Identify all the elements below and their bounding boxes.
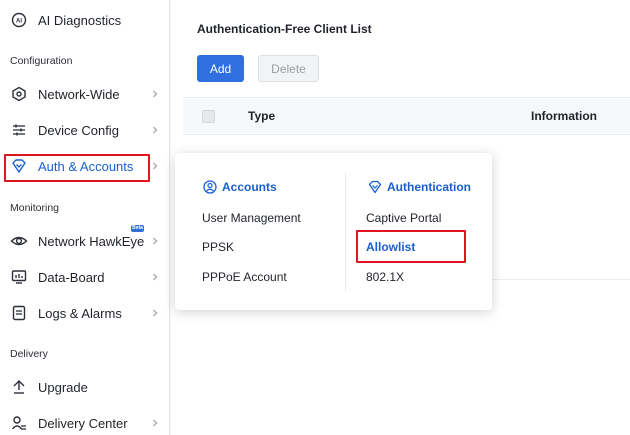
auth-accounts-submenu: Accounts User Management PPSK PPPoE Acco… — [175, 153, 492, 310]
section-delivery: Delivery — [10, 348, 48, 360]
delivery-icon — [10, 414, 28, 432]
table-header: Type Information — [183, 97, 630, 135]
sidebar-item-device-config[interactable]: Device Config — [0, 114, 170, 146]
ai-diagnostics-icon: AI — [10, 11, 28, 29]
chevron-right-icon — [150, 125, 160, 135]
sidebar-item-label: Delivery Center — [38, 415, 128, 431]
authentication-heading: Authentication — [368, 180, 471, 194]
chevron-right-icon — [150, 161, 160, 171]
menu-item-allowlist[interactable]: Allowlist — [366, 240, 415, 254]
user-circle-icon — [203, 180, 217, 194]
sidebar-item-label: Data-Board — [38, 269, 105, 285]
shield-heart-icon — [10, 157, 28, 175]
chevron-right-icon — [150, 272, 160, 282]
sidebar-item-label: Network HawkEye — [38, 233, 145, 249]
sidebar-item-label: Auth & Accounts — [38, 158, 134, 174]
section-monitoring: Monitoring — [10, 202, 60, 214]
network-wide-icon — [10, 85, 28, 103]
sidebar-item-label: Upgrade — [38, 379, 88, 395]
sidebar-item-label: Device Config — [38, 122, 119, 138]
accounts-heading: Accounts — [203, 180, 277, 194]
menu-item-captive-portal[interactable]: Captive Portal — [366, 211, 441, 225]
accounts-heading-label: Accounts — [222, 180, 277, 194]
upgrade-icon — [10, 378, 28, 396]
chevron-right-icon — [150, 308, 160, 318]
chevron-right-icon — [150, 236, 160, 246]
delete-button[interactable]: Delete — [258, 55, 319, 82]
log-icon — [10, 304, 28, 322]
sidebar-item-delivery-center[interactable]: Delivery Center — [0, 407, 170, 435]
svg-text:AI: AI — [16, 19, 22, 25]
select-all-checkbox[interactable] — [202, 110, 215, 123]
menu-item-802-1x[interactable]: 802.1X — [366, 270, 404, 284]
eye-icon — [10, 232, 28, 250]
add-button[interactable]: Add — [197, 55, 244, 82]
beta-badge: Beta — [131, 225, 144, 232]
chevron-right-icon — [150, 89, 160, 99]
sidebar-item-label: Network-Wide — [38, 86, 120, 102]
monitor-chart-icon — [10, 268, 28, 286]
column-header-type[interactable]: Type — [248, 109, 275, 123]
sidebar-item-ai-diagnostics[interactable]: AI AI Diagnostics — [0, 4, 170, 36]
sidebar-item-network-wide[interactable]: Network-Wide — [0, 78, 170, 110]
sidebar: AI AI Diagnostics Configuration Network-… — [0, 0, 170, 435]
column-header-information[interactable]: Information — [531, 109, 597, 123]
sidebar-item-upgrade[interactable]: Upgrade — [0, 371, 170, 403]
menu-item-pppoe-account[interactable]: PPPoE Account — [202, 270, 287, 284]
page-title: Authentication-Free Client List — [197, 22, 372, 36]
sidebar-item-label: AI Diagnostics — [38, 12, 122, 28]
submenu-divider — [345, 173, 346, 291]
shield-heart-icon — [368, 180, 382, 194]
authentication-heading-label: Authentication — [387, 180, 471, 194]
sidebar-item-logs-alarms[interactable]: Logs & Alarms — [0, 297, 170, 329]
chevron-right-icon — [150, 418, 160, 428]
sliders-icon — [10, 121, 28, 139]
menu-item-user-management[interactable]: User Management — [202, 211, 301, 225]
sidebar-item-data-board[interactable]: Data-Board — [0, 261, 170, 293]
sidebar-item-label: Logs & Alarms — [38, 305, 122, 321]
menu-item-ppsk[interactable]: PPSK — [202, 240, 234, 254]
sidebar-item-auth-accounts[interactable]: Auth & Accounts — [0, 150, 170, 182]
section-configuration: Configuration — [10, 55, 73, 67]
sidebar-item-network-hawkeye[interactable]: Network HawkEye — [0, 225, 170, 257]
